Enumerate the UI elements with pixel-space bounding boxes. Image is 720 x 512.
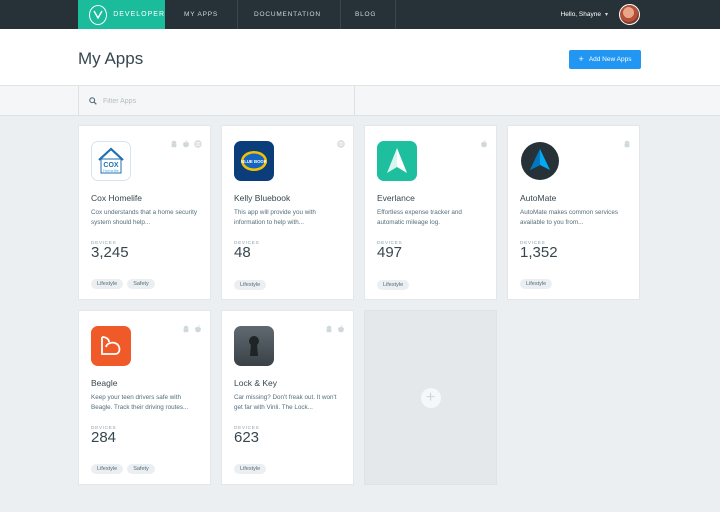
app-name: Lock & Key bbox=[234, 378, 277, 388]
tag-list: Lifestyle bbox=[377, 280, 410, 290]
tag-lifestyle[interactable]: Lifestyle bbox=[377, 280, 410, 290]
search-icon bbox=[89, 97, 97, 105]
app-card-lock-and-key[interactable]: Lock & Key Car missing? Don't freak out.… bbox=[221, 310, 354, 485]
platforms bbox=[170, 140, 202, 148]
devices-count: 284 bbox=[91, 429, 117, 446]
apple-icon bbox=[338, 325, 344, 333]
app-description: Cox understands that a home security sys… bbox=[91, 209, 198, 226]
filter-box bbox=[78, 86, 355, 116]
android-icon bbox=[326, 325, 332, 333]
android-icon bbox=[171, 140, 177, 148]
chevron-down-icon: ▾ bbox=[604, 12, 608, 18]
nav-link-my-apps[interactable]: MY APPS bbox=[165, 0, 239, 29]
app-card-everlance[interactable]: Everlance Effortless expense tracker and… bbox=[364, 125, 497, 300]
app-name: Everlance bbox=[377, 193, 415, 203]
platforms bbox=[325, 325, 345, 333]
devices-count: 3,245 bbox=[91, 244, 129, 261]
app-card-cox-homelife[interactable]: COX Homelife Cox Homelife Cox understand… bbox=[78, 125, 211, 300]
app-description: Keep your teen drivers safe with Beagle.… bbox=[91, 394, 189, 411]
tag-lifestyle[interactable]: Lifestyle bbox=[234, 280, 267, 290]
cox-logo-subtext: Homelife bbox=[103, 168, 120, 173]
brand-logo[interactable]: DEVELOPER bbox=[78, 0, 165, 29]
add-new-apps-label: Add New Apps bbox=[588, 56, 632, 63]
app-description: This app will provide you with informati… bbox=[234, 209, 316, 226]
tag-list: Lifestyle bbox=[520, 279, 553, 289]
filter-apps-input[interactable] bbox=[103, 97, 303, 105]
apple-icon bbox=[481, 140, 487, 148]
platforms bbox=[623, 140, 631, 148]
apple-icon bbox=[183, 140, 189, 148]
android-icon bbox=[624, 140, 630, 148]
tag-list: Lifestyle Safety bbox=[91, 279, 155, 289]
web-icon bbox=[194, 140, 202, 148]
plus-icon: + bbox=[578, 54, 584, 64]
nav-link-documentation[interactable]: DOCUMENTATION bbox=[235, 0, 341, 29]
tag-lifestyle[interactable]: Lifestyle bbox=[234, 464, 267, 474]
tag-list: Lifestyle bbox=[234, 464, 267, 474]
app-name: Cox Homelife bbox=[91, 193, 143, 203]
devices-count: 623 bbox=[234, 429, 260, 446]
user-menu[interactable]: Hello, Shayne ▾ bbox=[560, 0, 640, 29]
platforms bbox=[182, 325, 202, 333]
devices-count: 497 bbox=[377, 244, 403, 261]
tag-safety[interactable]: Safety bbox=[127, 464, 155, 474]
avatar[interactable] bbox=[619, 4, 640, 25]
tag-safety[interactable]: Safety bbox=[127, 279, 155, 289]
page-title: My Apps bbox=[78, 49, 144, 68]
cox-homelife-icon: COX Homelife bbox=[91, 141, 131, 181]
vinli-logo-icon bbox=[89, 4, 108, 25]
brand-text: DEVELOPER bbox=[113, 11, 165, 18]
tag-lifestyle[interactable]: Lifestyle bbox=[520, 279, 553, 289]
top-nav: DEVELOPER MY APPS DOCUMENTATION BLOG Hel… bbox=[0, 0, 720, 29]
app-description: AutoMate makes common services available… bbox=[520, 209, 618, 226]
beagle-icon bbox=[91, 326, 131, 366]
filter-bar bbox=[0, 86, 720, 116]
tag-lifestyle[interactable]: Lifestyle bbox=[91, 279, 124, 289]
automate-icon bbox=[520, 141, 560, 181]
tag-lifestyle[interactable]: Lifestyle bbox=[91, 464, 124, 474]
lock-and-key-icon bbox=[234, 326, 274, 366]
devices-count: 1,352 bbox=[520, 244, 558, 261]
tag-list: Lifestyle Safety bbox=[91, 464, 155, 474]
user-greeting: Hello, Shayne bbox=[560, 11, 601, 18]
app-description: Effortless expense tracker and automatic… bbox=[377, 209, 462, 226]
app-card-kelly-bluebook[interactable]: BLUE BOOK Kelly Bluebook This app will p… bbox=[221, 125, 354, 300]
plus-icon: + bbox=[420, 387, 441, 408]
app-name: Kelly Bluebook bbox=[234, 193, 291, 203]
app-card-beagle[interactable]: Beagle Keep your teen drivers safe with … bbox=[78, 310, 211, 485]
app-name: Beagle bbox=[91, 378, 118, 388]
nav-link-blog[interactable]: BLOG bbox=[336, 0, 397, 29]
platforms bbox=[480, 140, 488, 148]
app-card-automate[interactable]: AutoMate AutoMate makes common services … bbox=[507, 125, 640, 300]
kelly-bluebook-icon: BLUE BOOK bbox=[234, 141, 274, 181]
everlance-icon bbox=[377, 141, 417, 181]
web-icon bbox=[337, 140, 345, 148]
app-description: Car missing? Don't freak out. It won't g… bbox=[234, 394, 337, 411]
app-name: AutoMate bbox=[520, 193, 557, 203]
tag-list: Lifestyle bbox=[234, 280, 267, 290]
devices-count: 48 bbox=[234, 244, 251, 261]
apple-icon bbox=[195, 325, 201, 333]
add-new-apps-button[interactable]: + Add New Apps bbox=[569, 50, 641, 69]
page-header: My Apps + Add New Apps bbox=[0, 29, 720, 86]
platforms bbox=[337, 140, 345, 148]
android-icon bbox=[183, 325, 189, 333]
add-app-card[interactable]: + bbox=[364, 310, 497, 485]
bluebook-logo-text: BLUE BOOK bbox=[241, 159, 268, 164]
